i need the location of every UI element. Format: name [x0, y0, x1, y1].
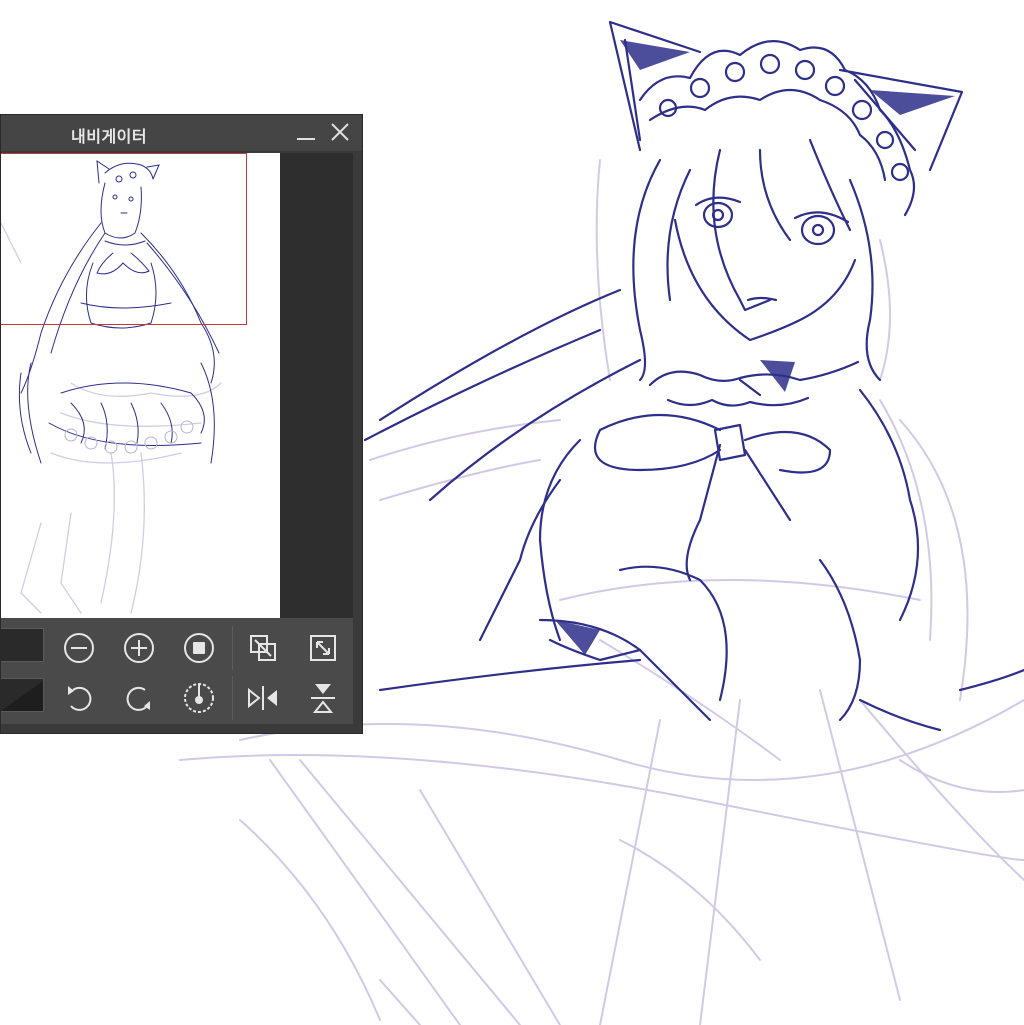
navigator-title: 내비게이터 — [71, 127, 148, 146]
navigator-titlebar[interactable]: 내비게이터 — [1, 115, 362, 151]
flip-vertical-button[interactable] — [303, 678, 343, 718]
minimize-button[interactable] — [293, 119, 319, 145]
rotate-right-icon — [126, 686, 150, 711]
zoom-out-button[interactable] — [59, 628, 99, 668]
zoom-in-button[interactable] — [119, 628, 159, 668]
navigator-preview[interactable] — [1, 153, 280, 618]
fit-screen-icon — [184, 633, 214, 663]
zoom-in-icon — [124, 633, 154, 663]
flip-horizontal-icon — [248, 686, 277, 710]
fit-screen-button[interactable] — [179, 628, 219, 668]
separator — [232, 626, 233, 670]
preview-thumbnail — [1, 160, 222, 614]
actual-size-icon — [250, 635, 276, 661]
rotate-left-icon — [68, 686, 92, 711]
rotate-right-button[interactable] — [119, 678, 159, 718]
minimize-icon — [297, 138, 315, 140]
zoom-slider[interactable] — [1, 628, 44, 662]
flip-vertical-icon — [311, 684, 335, 713]
separator — [232, 676, 233, 720]
zoom-out-icon — [64, 633, 94, 663]
reset-rotation-button[interactable] — [179, 678, 219, 718]
rotation-slider[interactable] — [1, 678, 44, 712]
navigator-panel: 내비게이터 — [0, 114, 363, 734]
flip-horizontal-button[interactable] — [243, 678, 283, 718]
actual-size-button[interactable] — [243, 628, 283, 668]
navigator-controls — [1, 618, 353, 724]
fit-window-icon — [310, 635, 336, 661]
close-button[interactable] — [327, 119, 353, 145]
reset-rotation-icon — [184, 683, 214, 713]
rotate-left-button[interactable] — [59, 678, 99, 718]
fit-window-button[interactable] — [303, 628, 343, 668]
preview-background — [280, 153, 353, 618]
rotation-slider-ramp — [1, 681, 43, 711]
close-icon — [331, 123, 349, 141]
